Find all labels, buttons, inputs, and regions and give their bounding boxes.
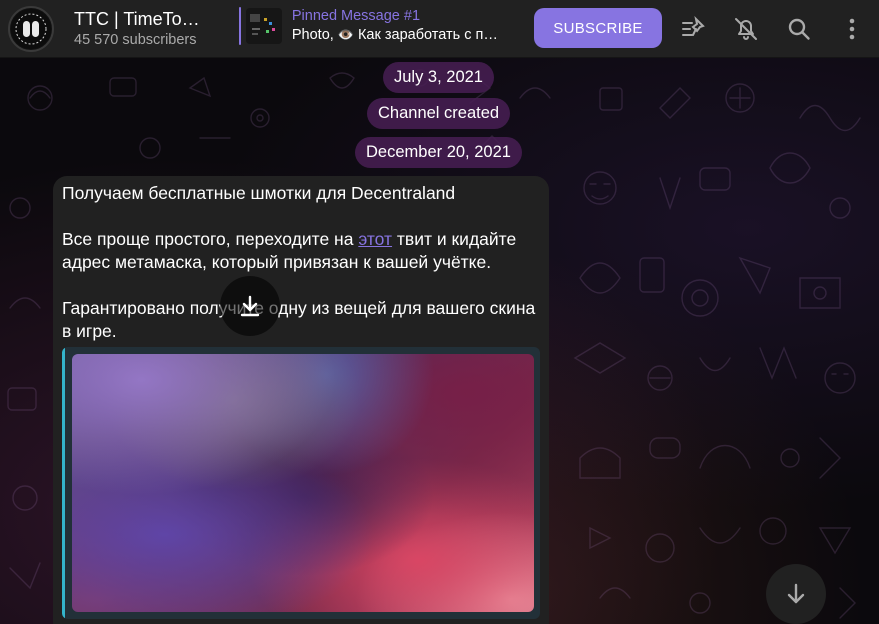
download-arrow-icon	[240, 295, 260, 317]
pinned-snippet: Как заработать с п…	[357, 27, 498, 43]
tweet-link[interactable]: этот	[358, 229, 392, 249]
channel-info[interactable]: TTC | TimeTo… 45 570 subscribers	[74, 8, 224, 50]
date-pill: July 3, 2021	[383, 62, 494, 93]
subscriber-count: 45 570 subscribers	[74, 32, 197, 48]
date-pill: December 20, 2021	[355, 137, 522, 168]
pinned-list-button[interactable]	[678, 14, 708, 44]
pinned-prefix: Photo,	[291, 27, 334, 43]
channel-avatar[interactable]	[8, 6, 54, 52]
mute-bell-icon	[735, 18, 757, 40]
message-paragraph: Гарантировано получите одну из вещей для…	[62, 298, 536, 341]
blurred-media-preview[interactable]	[72, 354, 534, 612]
search-icon	[788, 18, 810, 40]
telegram-channel-window: TTC | TimeTo… 45 570 subscribers Pinned …	[0, 0, 879, 624]
more-vertical-icon	[849, 18, 855, 40]
channel-created-pill: Channel created	[367, 98, 511, 129]
arrow-down-icon	[787, 583, 805, 604]
pinned-indicator-bar	[239, 7, 241, 45]
link-preview[interactable]	[62, 347, 540, 619]
message-bubble[interactable]: Получаем бесплатные шмотки для Decentral…	[53, 176, 549, 624]
channel-title: TTC | TimeTo…	[74, 9, 200, 29]
link-preview-bar	[62, 347, 65, 619]
subscribe-button[interactable]: SUBSCRIBE	[534, 8, 662, 48]
pinned-title: Pinned Message #1	[291, 8, 421, 24]
eye-emoji: 👁️	[337, 27, 354, 42]
pinned-message[interactable]: Pinned Message #1 Photo, 👁️ Как заработать…	[239, 5, 519, 47]
pinned-preview: Photo, 👁️ Как заработать с п…	[292, 25, 519, 45]
more-menu-button[interactable]	[837, 14, 867, 44]
message-headline: Получаем бесплатные шмотки для Decentral…	[62, 183, 456, 203]
chat-header: TTC | TimeTo… 45 570 subscribers Pinned …	[0, 0, 879, 58]
pinned-text: Pinned Message #1 Photo, 👁️ Как заработать…	[292, 7, 519, 45]
pinned-thumbnail	[246, 8, 282, 44]
download-button[interactable]	[220, 276, 280, 336]
channel-logo-icon	[11, 9, 51, 49]
message-paragraph: Все проще простого, переходите на этот т…	[62, 228, 542, 274]
scroll-to-bottom-button[interactable]	[766, 564, 826, 624]
pinned-photo-icon	[246, 8, 282, 44]
search-button[interactable]	[784, 14, 814, 44]
message-text-part: Все проще простого, переходите на	[62, 229, 359, 249]
pinned-list-icon	[682, 16, 705, 36]
message-text: Получаем бесплатные шмотки для Decentral…	[62, 182, 542, 343]
mute-button[interactable]	[731, 14, 761, 44]
